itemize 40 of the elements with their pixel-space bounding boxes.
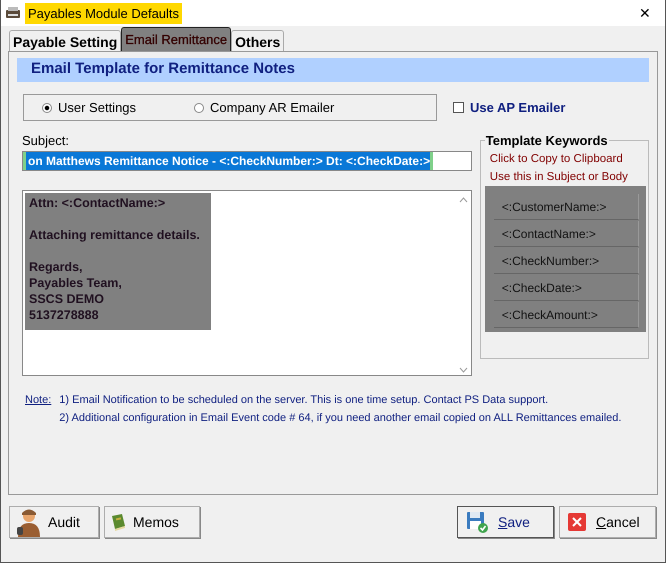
- close-button[interactable]: ✕: [625, 0, 665, 26]
- memos-button[interactable]: Memos: [104, 506, 200, 538]
- scroll-down-icon[interactable]: [458, 367, 468, 373]
- keyword-button[interactable]: <:CustomerName:>: [494, 194, 639, 220]
- tab[interactable]: Payable Setting: [9, 30, 122, 51]
- use-ap-emailer-checkbox[interactable]: Use AP Emailer: [453, 100, 566, 115]
- note-label: Note:: [25, 393, 52, 408]
- hint-text: Click to Copy to Clipboard: [490, 153, 624, 165]
- window-title: Payables Module Defaults: [25, 2, 182, 24]
- keyword-button[interactable]: <:ContactName:>: [494, 221, 639, 247]
- book-icon: [109, 513, 127, 531]
- body-line: Attaching remittance details.: [29, 227, 201, 243]
- tab[interactable]: Others: [231, 30, 284, 51]
- subject-label: Subject:: [22, 133, 70, 148]
- scroll-up-icon[interactable]: [458, 197, 468, 203]
- person-icon: [14, 507, 42, 537]
- keyword-button[interactable]: <:CheckDate:>: [494, 275, 639, 301]
- body-line: 5137278888: [29, 307, 100, 323]
- body-line: Attn: <:ContactName:>: [29, 195, 166, 211]
- keyword-button[interactable]: <:CheckNumber:>: [494, 248, 639, 274]
- note-text: 1) Email Notification to be scheduled on the server. This is one time setup. Contact PS Data support.: [59, 393, 550, 408]
- save-button[interactable]: Save: [457, 506, 554, 538]
- body-field[interactable]: Attn: <:ContactName:> Attaching remittance details. Regards, Payables Team, SSCS DEMO 5137278888: [22, 190, 472, 376]
- tab[interactable]: Email Remittance: [121, 27, 232, 51]
- radio-option[interactable]: Company AR Emailer: [194, 100, 334, 115]
- section-header: Email Template for Remittance Notes: [17, 58, 649, 82]
- body-line: Payables Team,: [29, 275, 123, 291]
- subject-field[interactable]: on Matthews Remittance Notice - <:CheckNumber:> Dt: <:CheckDate:>: [22, 151, 472, 171]
- hint-text: Use this in Subject or Body: [490, 171, 629, 183]
- body-line: Regards,: [29, 259, 84, 275]
- body-line: SSCS DEMO: [29, 291, 106, 307]
- keyword-button[interactable]: <:CheckAmount:>: [494, 302, 639, 328]
- close-icon: [568, 513, 586, 531]
- keywords-title: Template Keywords: [484, 133, 609, 148]
- cancel-button[interactable]: Cancel: [559, 506, 656, 538]
- radio-option[interactable]: User Settings: [42, 100, 136, 115]
- note-text: 2) Additional configuration in Email Event code # 64, if you need another email copied on ALL Remittances emailed.: [59, 411, 622, 426]
- audit-button[interactable]: Audit: [9, 506, 99, 538]
- floppy-disk-icon: [466, 511, 488, 533]
- app-icon: [5, 6, 21, 20]
